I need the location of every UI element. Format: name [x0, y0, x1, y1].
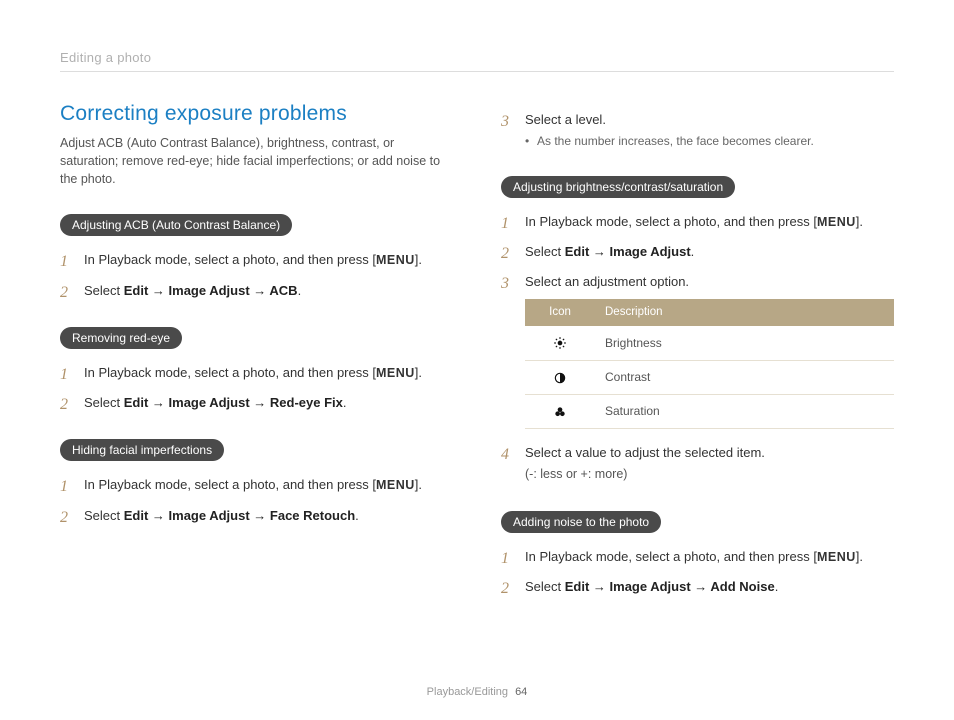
step-text: In Playback mode, select a photo, and th…	[84, 365, 422, 380]
brightness-icon	[525, 326, 595, 360]
section-title: Correcting exposure problems	[60, 102, 453, 126]
table-row: Brightness	[525, 326, 894, 360]
step-text: Select Edit → Image Adjust.	[525, 244, 694, 259]
table-header-desc: Description	[595, 299, 894, 327]
adjustment-table: Icon Description Brightness	[525, 299, 894, 430]
left-column: Correcting exposure problems Adjust ACB …	[60, 102, 453, 619]
contrast-icon	[525, 360, 595, 394]
step-text: In Playback mode, select a photo, and th…	[84, 252, 422, 267]
saturation-icon	[525, 394, 595, 428]
two-column-layout: Correcting exposure problems Adjust ACB …	[60, 102, 894, 619]
right-column: 3 Select a level. As the number increase…	[501, 102, 894, 619]
step-number: 1	[501, 547, 509, 572]
steps-face-continued: 3 Select a level. As the number increase…	[501, 110, 894, 150]
step-number: 2	[501, 577, 509, 602]
step-item: 3 Select an adjustment option. Icon Desc…	[501, 272, 894, 429]
table-cell-desc: Brightness	[595, 326, 894, 360]
pill-acb: Adjusting ACB (Auto Contrast Balance)	[60, 214, 292, 236]
step-text: Select Edit → Image Adjust → ACB.	[84, 283, 301, 298]
step-text: Select a level.	[525, 112, 606, 127]
step-item: 2 Select Edit → Image Adjust → ACB.	[60, 281, 453, 301]
pill-face: Hiding facial imperfections	[60, 439, 224, 461]
menu-key-label: MENU	[376, 478, 415, 492]
step-item: 3 Select a level. As the number increase…	[501, 110, 894, 150]
step-text: In Playback mode, select a photo, and th…	[525, 549, 863, 564]
step-text: Select Edit → Image Adjust → Red-eye Fix…	[84, 395, 347, 410]
step-number: 1	[60, 475, 68, 500]
steps-face: 1 In Playback mode, select a photo, and …	[60, 475, 453, 526]
steps-acb: 1 In Playback mode, select a photo, and …	[60, 250, 453, 301]
menu-key-label: MENU	[817, 215, 856, 229]
step-text: Select an adjustment option.	[525, 274, 689, 289]
pill-redeye: Removing red-eye	[60, 327, 182, 349]
step-subnote: (-: less or +: more)	[525, 465, 894, 484]
menu-key-label: MENU	[376, 366, 415, 380]
step-number: 3	[501, 110, 509, 135]
step-item: 2 Select Edit → Image Adjust → Face Reto…	[60, 506, 453, 526]
step-item: 1 In Playback mode, select a photo, and …	[60, 363, 453, 383]
page-footer: Playback/Editing 64	[0, 686, 954, 698]
footer-page-number: 64	[515, 686, 527, 698]
table-row: Saturation	[525, 394, 894, 428]
step-item: 2 Select Edit → Image Adjust → Add Noise…	[501, 577, 894, 597]
step-number: 1	[501, 212, 509, 237]
step-item: 4 Select a value to adjust the selected …	[501, 443, 894, 485]
table-row: Contrast	[525, 360, 894, 394]
menu-key-label: MENU	[376, 253, 415, 267]
step-number: 2	[60, 393, 68, 418]
step-number: 2	[501, 242, 509, 267]
step-item: 2 Select Edit → Image Adjust.	[501, 242, 894, 262]
step-text: Select Edit → Image Adjust → Face Retouc…	[84, 508, 359, 523]
table-header-icon: Icon	[525, 299, 595, 327]
step-number: 1	[60, 250, 68, 275]
step-text: Select Edit → Image Adjust → Add Noise.	[525, 579, 778, 594]
step-number: 2	[60, 506, 68, 531]
pill-noise: Adding noise to the photo	[501, 511, 661, 533]
step-number: 2	[60, 281, 68, 306]
step-item: 1 In Playback mode, select a photo, and …	[501, 547, 894, 567]
footer-section: Playback/Editing	[427, 686, 508, 698]
step-number: 3	[501, 272, 509, 297]
steps-noise: 1 In Playback mode, select a photo, and …	[501, 547, 894, 598]
intro-paragraph: Adjust ACB (Auto Contrast Balance), brig…	[60, 134, 453, 188]
table-cell-desc: Saturation	[595, 394, 894, 428]
page-root: Editing a photo Correcting exposure prob…	[0, 0, 954, 720]
step-item: 1 In Playback mode, select a photo, and …	[60, 250, 453, 270]
step-number: 4	[501, 443, 509, 468]
menu-key-label: MENU	[817, 550, 856, 564]
table-cell-desc: Contrast	[595, 360, 894, 394]
step-text: In Playback mode, select a photo, and th…	[525, 214, 863, 229]
step-item: 1 In Playback mode, select a photo, and …	[501, 212, 894, 232]
pill-adjust: Adjusting brightness/contrast/saturation	[501, 176, 735, 198]
steps-redeye: 1 In Playback mode, select a photo, and …	[60, 363, 453, 414]
step-item: 1 In Playback mode, select a photo, and …	[60, 475, 453, 495]
step-note-list: As the number increases, the face become…	[525, 133, 894, 150]
step-item: 2 Select Edit → Image Adjust → Red-eye F…	[60, 393, 453, 413]
steps-adjust: 1 In Playback mode, select a photo, and …	[501, 212, 894, 485]
step-text: Select a value to adjust the selected it…	[525, 445, 765, 460]
page-header-breadcrumb: Editing a photo	[60, 50, 894, 72]
step-note: As the number increases, the face become…	[525, 133, 894, 150]
step-text: In Playback mode, select a photo, and th…	[84, 477, 422, 492]
step-number: 1	[60, 363, 68, 388]
